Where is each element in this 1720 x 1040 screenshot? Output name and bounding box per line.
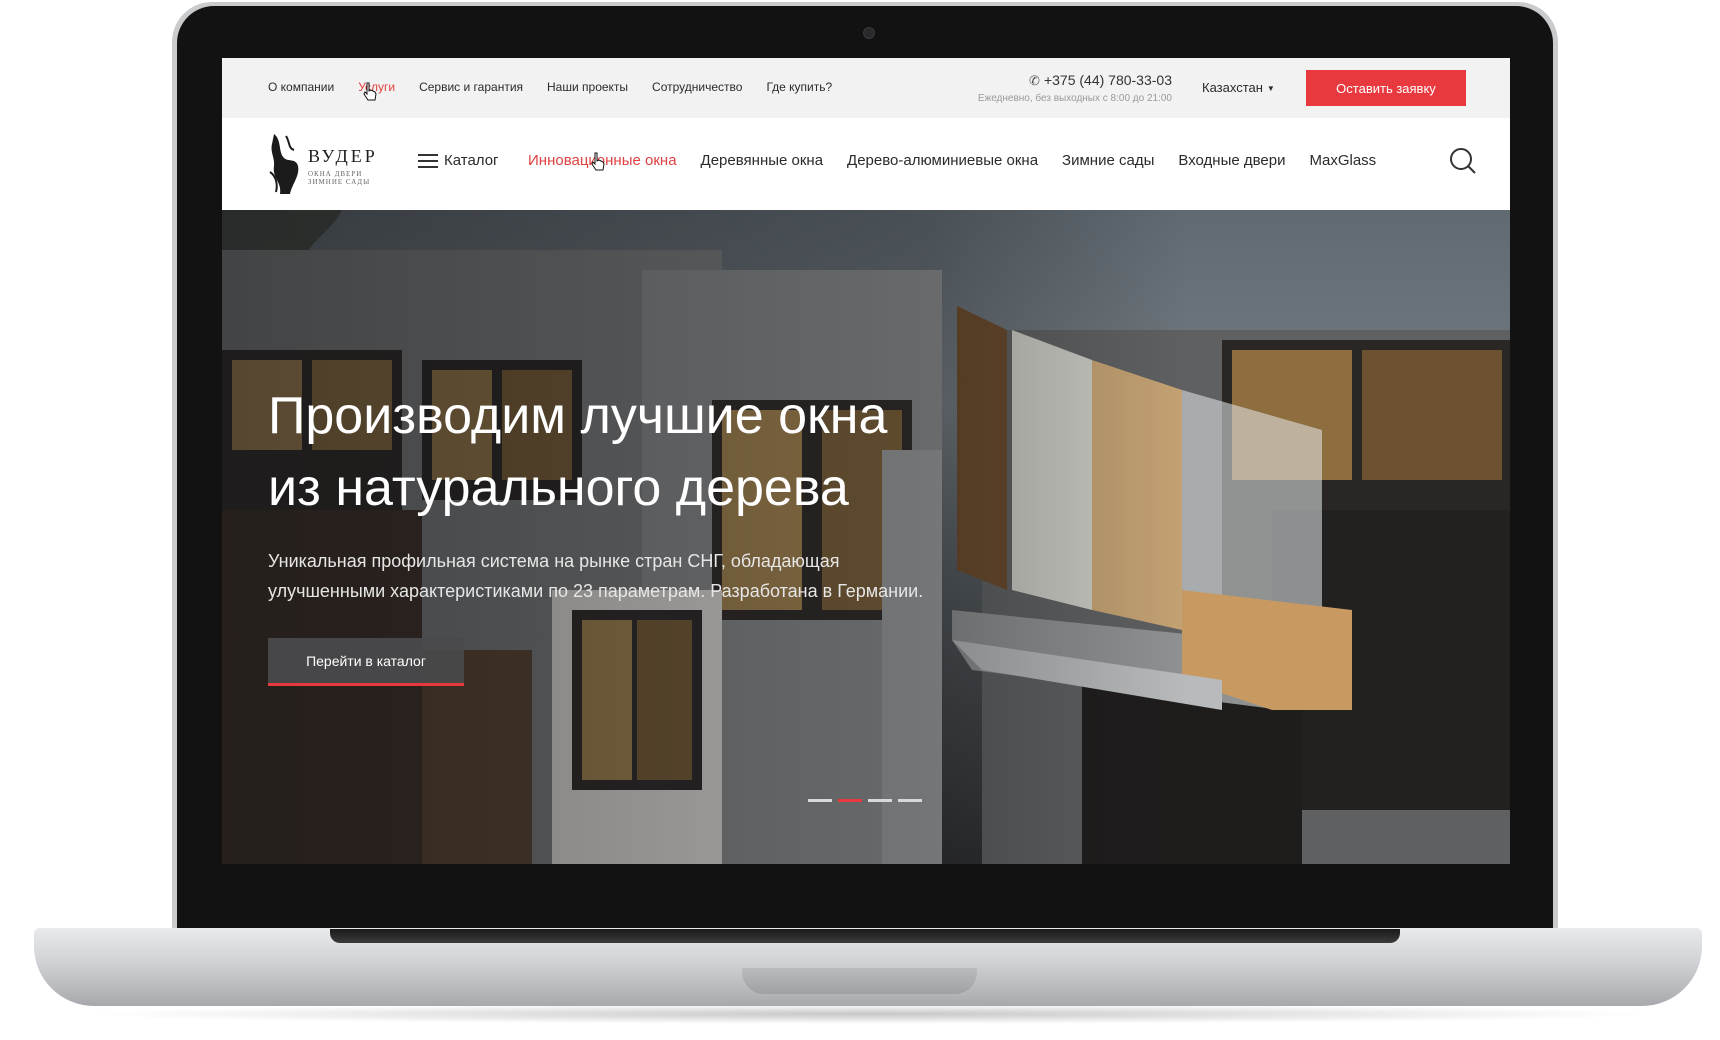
logo-name: ВУДЕР bbox=[308, 146, 378, 166]
search-icon[interactable] bbox=[1448, 146, 1478, 176]
laptop-shadow bbox=[80, 1004, 1660, 1024]
go-to-catalog-button[interactable]: Перейти в каталог bbox=[268, 638, 464, 686]
camera-icon bbox=[863, 27, 875, 39]
hero-subtitle-line-1: Уникальная профильная система на рынке с… bbox=[268, 551, 840, 571]
hero-overlay bbox=[222, 210, 1510, 864]
hero-subtitle: Уникальная профильная система на рынке с… bbox=[268, 546, 1028, 606]
hero-slider: Производим лучшие окна из натурального д… bbox=[222, 210, 1510, 864]
main-nav-item-wood-aluminum-windows[interactable]: Дерево-алюминиевые окна bbox=[847, 152, 1038, 169]
logo-tagline: ОКНА ДВЕРИ ЗИМНИЕ САДЫ bbox=[308, 170, 371, 186]
phone-number: +375 (44) 780-33-03 bbox=[1043, 72, 1172, 88]
hero-subtitle-line-2: улучшенными характеристиками по 23 парам… bbox=[268, 581, 924, 601]
top-nav-item-where-to-buy[interactable]: Где купить? bbox=[766, 80, 832, 94]
working-hours: Ежедневно, без выходных с 8:00 до 21:00 bbox=[977, 93, 1172, 104]
main-nav-item-wooden-windows[interactable]: Деревянные окна bbox=[701, 152, 824, 169]
menu-icon bbox=[418, 153, 438, 168]
main-nav-item-winter-gardens[interactable]: Зимние сады bbox=[1062, 152, 1154, 169]
laptop-hinge bbox=[330, 929, 1400, 943]
phone-icon: ✆ bbox=[1029, 73, 1040, 88]
slider-dot-2[interactable] bbox=[838, 799, 862, 802]
main-nav: Инновационные окна Деревянные окна Дерев… bbox=[528, 152, 1376, 169]
slider-dot-1[interactable] bbox=[808, 799, 832, 802]
main-nav-item-maxglass[interactable]: MaxGlass bbox=[1309, 152, 1376, 169]
slider-pagination bbox=[808, 799, 922, 802]
website-screen: О компании Услуги Сервис и гарантия Наши… bbox=[222, 58, 1510, 864]
phone-link[interactable]: ✆ +375 (44) 780-33-03 bbox=[932, 72, 1172, 89]
top-nav-item-cooperation[interactable]: Сотрудничество bbox=[652, 80, 742, 94]
logo[interactable]: ВУДЕР ОКНА ДВЕРИ ЗИМНИЕ САДЫ bbox=[268, 132, 386, 198]
slider-dot-3[interactable] bbox=[868, 799, 892, 802]
hand-cursor-icon bbox=[591, 152, 605, 171]
caret-down-icon: ▼ bbox=[1266, 84, 1275, 94]
country-select[interactable]: Казахстан ▼ bbox=[1202, 80, 1275, 95]
catalog-label: Каталог bbox=[444, 152, 499, 169]
top-nav: О компании Услуги Сервис и гарантия Наши… bbox=[268, 80, 832, 94]
country-select-value: Казахстан bbox=[1202, 80, 1263, 95]
slider-dot-4[interactable] bbox=[898, 799, 922, 802]
top-nav-item-service-warranty[interactable]: Сервис и гарантия bbox=[419, 80, 523, 94]
top-nav-item-projects[interactable]: Наши проекты bbox=[547, 80, 628, 94]
hero-title: Производим лучшие окна из натурального д… bbox=[268, 380, 1028, 524]
logo-mark-icon bbox=[269, 134, 299, 194]
hero-title-line-2: из натурального дерева bbox=[268, 459, 849, 517]
main-header: ВУДЕР ОКНА ДВЕРИ ЗИМНИЕ САДЫ Каталог Инн… bbox=[222, 118, 1510, 210]
top-utility-bar: О компании Услуги Сервис и гарантия Наши… bbox=[222, 58, 1510, 118]
hero-title-line-1: Производим лучшие окна bbox=[268, 387, 888, 445]
hand-cursor-icon bbox=[363, 82, 377, 101]
top-nav-item-about[interactable]: О компании bbox=[268, 80, 334, 94]
laptop-thumb-notch bbox=[742, 968, 977, 994]
contact-block: ✆ +375 (44) 780-33-03 Ежедневно, без выхо… bbox=[932, 72, 1172, 104]
request-callback-button[interactable]: Оставить заявку bbox=[1306, 70, 1466, 106]
main-nav-item-entrance-doors[interactable]: Входные двери bbox=[1178, 152, 1285, 169]
catalog-menu-button[interactable]: Каталог bbox=[418, 152, 499, 169]
